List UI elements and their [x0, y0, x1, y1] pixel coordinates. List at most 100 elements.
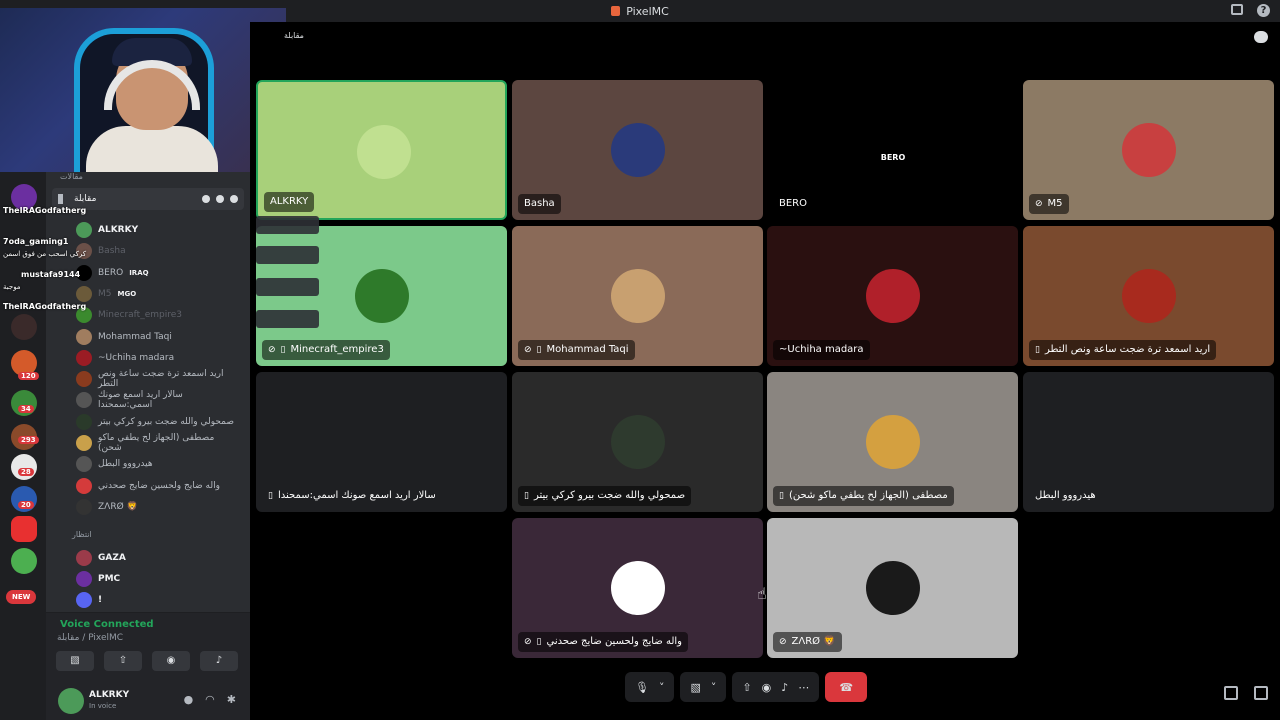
mic-icon[interactable]: ●	[184, 693, 194, 706]
voice-member[interactable]: صمحولي والله ضجت بيرو كركي بيتر	[76, 413, 238, 430]
mouse-cursor-icon: ☝	[757, 584, 767, 603]
avatar	[76, 222, 92, 238]
voice-member[interactable]: Minecraft_empire3	[76, 307, 238, 324]
member-name: GAZA	[98, 553, 126, 563]
chat-user: 7oda_gaming1	[3, 237, 69, 246]
server-icon[interactable]	[11, 548, 37, 574]
invite-icon[interactable]	[216, 195, 224, 203]
server-icon[interactable]	[11, 314, 37, 340]
camera-off-button[interactable]: ▧	[56, 651, 94, 671]
participant-tile[interactable]: ▯ مصطفى (الجهاز لح يطفي ماكو شحن)	[767, 372, 1018, 512]
mobile-icon: ▯	[536, 637, 542, 647]
screen-share-icon[interactable]: ⇧	[742, 681, 751, 694]
chat-user: TheIRAGodfatherg	[3, 206, 87, 215]
voice-member[interactable]: M5 MGO	[76, 285, 238, 302]
window-title: PixelMC	[626, 4, 669, 18]
placeholder-bar	[256, 278, 319, 296]
member-name: Basha	[98, 246, 126, 257]
participant-tile[interactable]: ~Uchiha madara	[767, 226, 1018, 366]
server-icon[interactable]	[11, 454, 37, 480]
help-icon[interactable]: ?	[1257, 4, 1270, 17]
fullscreen-icon[interactable]	[1254, 686, 1268, 700]
user-name[interactable]: ALKRKY	[89, 690, 129, 700]
activity-icon[interactable]: ◉	[762, 681, 772, 694]
camera-button[interactable]: ▧ ˅	[680, 672, 727, 702]
headphones-icon[interactable]: ◠	[205, 693, 215, 706]
muted-icon: ⊘	[268, 345, 276, 355]
voice-member[interactable]: BERO IRAQ	[76, 264, 238, 281]
voice-status[interactable]: Voice Connected	[60, 619, 154, 630]
voice-member[interactable]: ALKRKY	[76, 222, 238, 238]
participant-nameplate: ALKRKY	[264, 192, 315, 212]
voice-member[interactable]: Basha	[76, 243, 238, 260]
inbox-icon[interactable]	[1231, 4, 1243, 15]
participant-name: هيدرووو البطل	[1035, 490, 1096, 501]
participant-tile[interactable]: ⊘ ▯ واله ضايج ولحسين ضايج صحدني	[512, 518, 763, 658]
chevron-down-icon[interactable]: ˅	[659, 681, 665, 694]
waiting-member[interactable]: PMC	[76, 571, 238, 587]
chat-icon[interactable]	[1254, 31, 1268, 43]
participant-tile[interactable]: ▯ سالار اريد اسمع صونك اسمي:سمحندا	[256, 372, 507, 512]
voice-member[interactable]: هيدرووو البطل	[76, 456, 238, 473]
soundboard-button[interactable]: ♪	[200, 651, 238, 671]
waiting-channel-name[interactable]: انتظار	[72, 530, 92, 539]
gear-icon[interactable]: ✱	[227, 693, 236, 706]
more-icon[interactable]: ⋯	[798, 681, 809, 694]
gear-icon[interactable]	[230, 195, 238, 203]
member-name: ~Uchiha madara	[98, 352, 175, 363]
participant-tile[interactable]: Basha	[512, 80, 763, 220]
waiting-member[interactable]: !	[76, 592, 238, 608]
voice-member[interactable]: مصطفى (الجهاز لح يطفي ماكو شحن)	[76, 433, 238, 453]
voice-member[interactable]: ZɅRØ 🦁	[76, 498, 238, 515]
participant-nameplate: ⊘ ▯ واله ضايج ولحسين ضايج صحدني	[518, 632, 688, 652]
chat-icon[interactable]	[202, 195, 210, 203]
avatar	[866, 415, 920, 469]
member-name: Minecraft_empire3	[98, 310, 182, 321]
participant-tile[interactable]: ⊘ M5	[1023, 80, 1274, 220]
chat-user: mustafa9144	[21, 270, 81, 279]
video-stage: مقابلة ALKRKY Basha BERO BERO ⊘ M5 ⊘ ▯ Minecraft…	[250, 22, 1280, 720]
voice-member[interactable]: Mohammad Taqi	[76, 328, 238, 345]
participant-name: مصطفى (الجهاز لح يطفي ماكو شحن)	[788, 490, 948, 501]
stage-channel-label: مقابلة	[284, 31, 304, 40]
activity-button[interactable]: ◉	[152, 651, 190, 671]
avatar[interactable]	[58, 688, 84, 714]
participant-tile[interactable]: ALKRKY	[256, 80, 507, 220]
waiting-member[interactable]: GAZA	[76, 550, 238, 566]
voice-channel-name: مقابلة	[74, 194, 97, 204]
avatar	[76, 392, 92, 409]
category-label[interactable]: مقالات	[60, 172, 83, 181]
server-icon[interactable]	[11, 516, 37, 542]
end-call-button[interactable]: ☎	[825, 672, 868, 702]
member-name: هيدرووو البطل	[98, 459, 153, 470]
avatar	[76, 328, 92, 345]
soundboard-icon[interactable]: ♪	[781, 681, 788, 694]
participant-tile[interactable]: ▯ صمحولي والله ضجت بيرو كركي بيتر	[512, 372, 763, 512]
member-tag: MGO	[117, 289, 137, 298]
voice-member[interactable]: ~Uchiha madara	[76, 349, 238, 366]
participant-tile[interactable]: هيدرووو البطل	[1023, 372, 1274, 512]
participant-tile[interactable]: BERO BERO	[767, 80, 1018, 220]
mobile-icon: ▯	[268, 491, 273, 501]
mobile-icon: ▯	[1035, 345, 1040, 355]
voice-member[interactable]: اريد اسمعد ترة ضجت ساعة ونص التطر	[76, 369, 238, 389]
participant-tile[interactable]: ⊘ ▯ Mohammad Taqi	[512, 226, 763, 366]
end-call-icon: ☎	[839, 680, 854, 694]
user-status: In voice	[89, 702, 117, 710]
avatar	[76, 285, 92, 302]
avatar	[76, 477, 92, 494]
member-name: Mohammad Taqi	[98, 331, 172, 342]
chevron-down-icon[interactable]: ˅	[711, 681, 717, 694]
participant-name: سالار اريد اسمع صونك اسمي:سمحندا	[277, 490, 436, 501]
screen-share-button[interactable]: ⇧	[104, 651, 142, 671]
member-name: ZɅRØ 🦁	[98, 501, 138, 512]
member-name: صمحولي والله ضجت بيرو كركي بيتر	[98, 416, 235, 427]
participant-name: صمحولي والله ضجت بيرو كركي بيتر	[533, 490, 686, 501]
voice-member[interactable]: واله ضايج ولحسين ضايج صحدني	[76, 477, 238, 494]
popout-icon[interactable]	[1224, 686, 1238, 700]
voice-member[interactable]: سالار اريد اسمع صونك اسمي:سمحندا	[76, 390, 238, 410]
mic-button[interactable]: 🎙 ˅	[625, 672, 675, 702]
user-panel: ALKRKY In voice ● ◠ ✱	[46, 680, 250, 720]
participant-tile[interactable]: ⊘ ZɅRØ 🦁	[767, 518, 1018, 658]
participant-tile[interactable]: ▯ اريد اسمعد ترة ضجت ساعة ونص التطر	[1023, 226, 1274, 366]
